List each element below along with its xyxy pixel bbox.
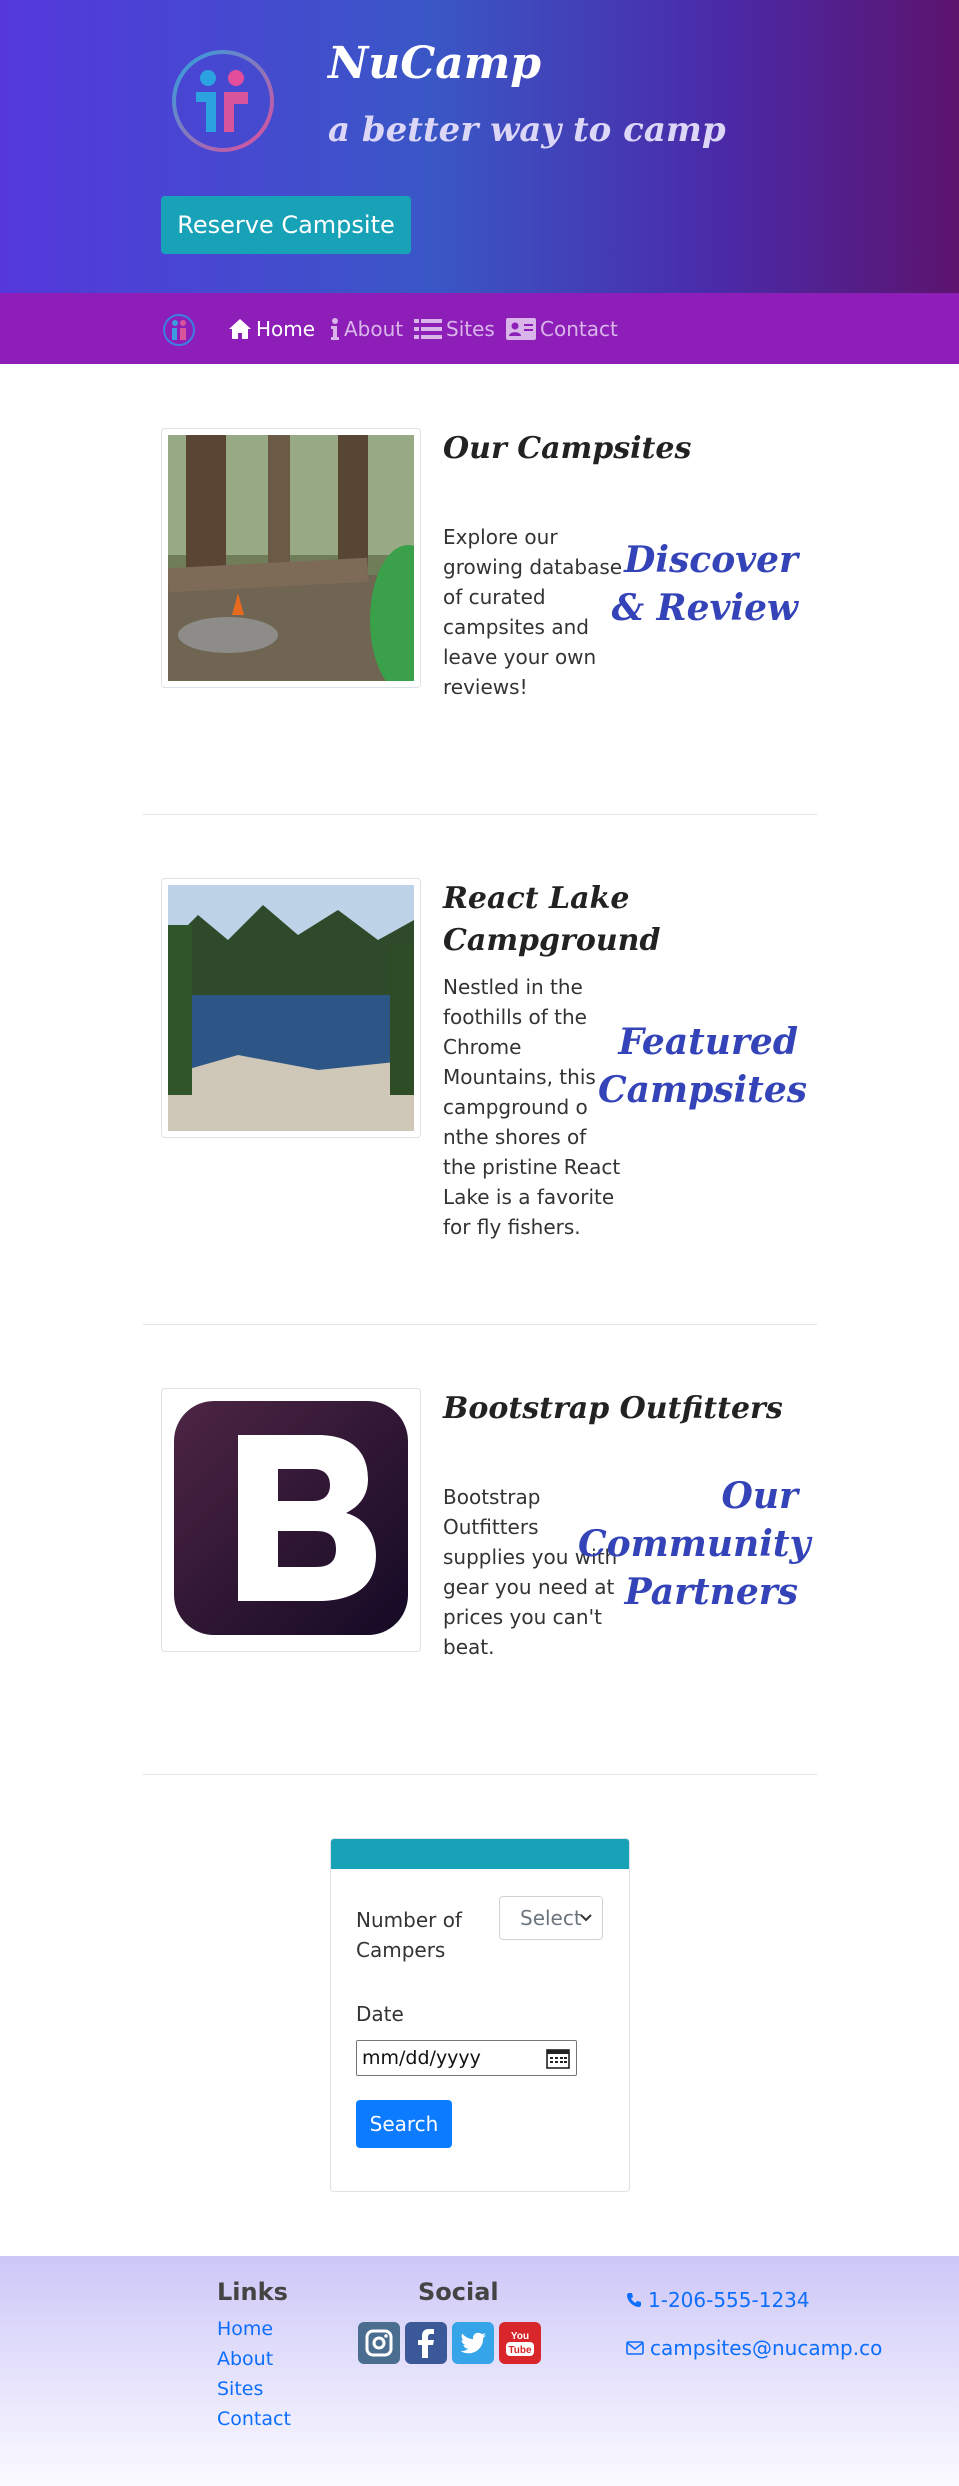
phone-number: 1-206-555-1234 (648, 2288, 810, 2312)
section-tagline: Our Community Partners (578, 1475, 811, 1613)
navbar: Home About Sites Contact (0, 293, 959, 364)
lake-photo (168, 885, 414, 1131)
footer-link-home[interactable]: Home (217, 2318, 273, 2340)
footer-link-about[interactable]: About (217, 2348, 273, 2370)
nav-about-label: About (344, 317, 404, 341)
email-address: campsites@nucamp.co (650, 2336, 883, 2360)
social-heading: Social (418, 2278, 499, 2306)
section-tagline: Featured Campsites (598, 1021, 807, 1111)
youtube-icon[interactable]: You Tube (499, 2322, 541, 2364)
nav-home-label: Home (256, 317, 316, 341)
svg-text:Tube: Tube (508, 2345, 532, 2356)
divider (143, 1774, 817, 1775)
campsite-image (161, 428, 421, 688)
bootstrap-logo (174, 1401, 408, 1635)
section-title: React Lake Campground (443, 881, 661, 958)
divider (143, 1324, 817, 1325)
brand-tagline: a better way to camp (328, 110, 726, 150)
campers-select-value: Select (520, 1906, 582, 1930)
nav-home[interactable]: Home (228, 315, 315, 343)
reserve-campsite-button[interactable]: Reserve Campsite (161, 196, 411, 254)
header-banner: NuCamp a better way to camp Reserve Camp… (0, 0, 959, 293)
section-title: Our Campsites (443, 431, 692, 466)
date-input[interactable]: mm/dd/yyyy (356, 2040, 577, 2076)
twitter-icon[interactable] (452, 2322, 494, 2364)
calendar-icon[interactable] (546, 2047, 570, 2069)
form-header (331, 1839, 629, 1869)
instagram-icon[interactable] (358, 2322, 400, 2364)
list-icon (414, 319, 442, 339)
footer-link-sites[interactable]: Sites (217, 2378, 263, 2400)
footer-link-contact[interactable]: Contact (217, 2408, 291, 2430)
nav-contact-label: Contact (540, 317, 618, 341)
nav-about[interactable]: About (330, 315, 403, 343)
home-icon (229, 319, 251, 339)
partner-logo (161, 1388, 421, 1652)
brand-title: NuCamp (328, 38, 542, 89)
info-icon (331, 318, 339, 340)
section-title: Bootstrap Outfitters (443, 1391, 783, 1426)
date-label: Date (356, 2002, 404, 2026)
footer: Links Home About Sites Contact Social Yo… (0, 2256, 959, 2486)
search-button[interactable]: Search (356, 2100, 452, 2148)
svg-text:You: You (511, 2331, 529, 2342)
links-heading: Links (217, 2278, 288, 2306)
envelope-icon (626, 2341, 644, 2355)
nav-sites-label: Sites (446, 317, 495, 341)
section-text: Explore our growing database of curated … (443, 525, 623, 699)
divider (143, 814, 817, 815)
nav-sites[interactable]: Sites (414, 315, 495, 343)
email-link[interactable]: campsites@nucamp.co (626, 2336, 882, 2360)
lake-image (161, 878, 421, 1138)
section-tagline: Discover & Review (611, 539, 798, 629)
phone-link[interactable]: 1-206-555-1234 (626, 2288, 810, 2312)
section-text: Nestled in the foothills of the Chrome M… (443, 975, 621, 1239)
phone-icon (627, 2293, 641, 2307)
campers-select[interactable]: Select (499, 1896, 603, 1940)
nucamp-logo (172, 50, 274, 152)
campsite-search-form: Number of Campers Select Date mm/dd/yyyy… (330, 1838, 630, 2192)
date-placeholder: mm/dd/yyyy (362, 2047, 481, 2069)
nav-contact[interactable]: Contact (506, 315, 618, 343)
address-card-icon (506, 318, 536, 340)
campers-label: Number of Campers (356, 1908, 462, 1962)
campfire-photo (168, 435, 414, 681)
chevron-down-icon (580, 1914, 592, 1922)
facebook-icon[interactable] (405, 2322, 447, 2364)
nav-logo-icon[interactable] (162, 313, 196, 347)
